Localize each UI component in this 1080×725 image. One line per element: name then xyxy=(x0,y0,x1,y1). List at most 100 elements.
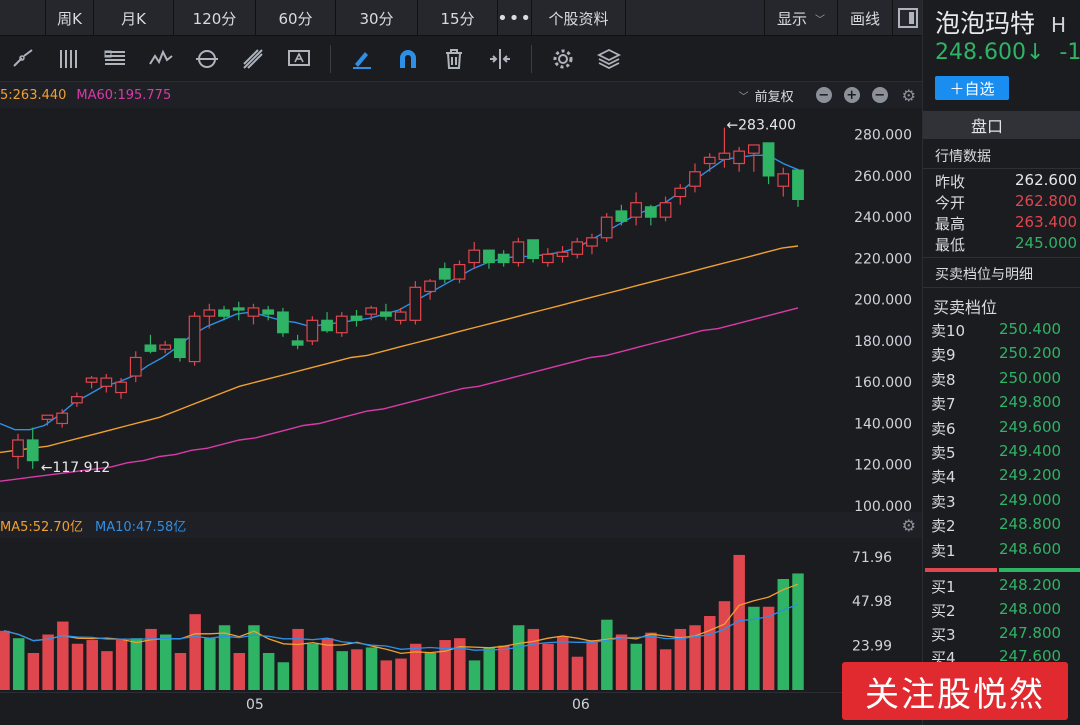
candle-body xyxy=(321,319,333,332)
tab-15min[interactable]: 15分 xyxy=(418,0,498,36)
ask-row[interactable]: 卖9 250.200 xyxy=(931,344,1080,368)
candle-body xyxy=(409,286,422,321)
quote-label: 今开 xyxy=(935,194,966,212)
tab-partial[interactable] xyxy=(0,0,46,36)
tab-60min[interactable]: 60分 xyxy=(256,0,336,36)
price-tick-label: 260.000 xyxy=(854,169,912,185)
trendline-tool[interactable] xyxy=(0,36,46,82)
pitchfork-icon xyxy=(243,48,263,69)
ask-row[interactable]: 卖3 249.000 xyxy=(931,491,1080,515)
vol-ma5-value: MA5:52.70亿 xyxy=(0,519,83,535)
fork-tool[interactable] xyxy=(230,36,276,82)
bid-row-label: 买2 xyxy=(931,601,956,620)
price-tick-label: 140.000 xyxy=(854,416,912,432)
volume-tick-label: 47.98 xyxy=(852,594,892,610)
gear-icon[interactable]: ⚙ xyxy=(902,516,916,535)
pen-tool[interactable] xyxy=(339,36,385,82)
volume-bar xyxy=(42,634,54,690)
candle-body xyxy=(556,251,569,257)
tab-pankou[interactable]: 盘口 xyxy=(923,111,1080,139)
ask-row[interactable]: 卖5 249.400 xyxy=(931,442,1080,466)
split-tool[interactable] xyxy=(477,36,523,82)
panel-toggle-button[interactable] xyxy=(892,0,922,36)
candle-body xyxy=(674,187,687,198)
magnet-tool[interactable] xyxy=(385,36,431,82)
ask-row[interactable]: 卖6 249.600 xyxy=(931,418,1080,442)
candle-body xyxy=(291,340,304,346)
candle-body xyxy=(630,202,643,218)
price-tick-label: 120.000 xyxy=(854,458,912,474)
cycle-icon xyxy=(196,49,218,68)
candle-body xyxy=(262,309,275,315)
plus-icon[interactable]: + xyxy=(843,87,860,103)
volume-indicator-row: MA5:52.70亿 MA10:47.58亿 ⚙ xyxy=(0,512,922,538)
adjust-dropdown[interactable]: 前复权 xyxy=(755,86,794,105)
volume-bar xyxy=(71,643,84,690)
volume-tick-label: 71.96 xyxy=(852,550,892,566)
cycle-tool[interactable] xyxy=(184,36,230,82)
ask-row[interactable]: 卖2 248.800 xyxy=(931,515,1080,539)
ask-row[interactable]: 卖4 249.200 xyxy=(931,466,1080,490)
draw-line-button[interactable]: 画线 xyxy=(836,0,892,36)
candle-body xyxy=(115,381,127,394)
divider xyxy=(923,287,1080,288)
candle-body xyxy=(497,253,510,264)
ma-row-controls: ﹀ 前复权 − + − ⚙ xyxy=(739,86,922,105)
volume-chart[interactable]: 71.96 47.98 23.99 xyxy=(0,538,922,692)
quote-row: 最低 245.000 xyxy=(935,234,1080,254)
gear-icon[interactable]: ⚙ xyxy=(902,86,916,105)
bid-row[interactable]: 买3 247.800 xyxy=(931,624,1080,648)
layers-icon xyxy=(596,48,622,69)
volume-bar xyxy=(292,628,304,690)
candle-body xyxy=(777,173,790,187)
volume-bar xyxy=(351,649,363,690)
watermark: 关注股悦然 xyxy=(842,662,1068,720)
tab-monthly[interactable]: 月K xyxy=(94,0,174,36)
parallel-tool[interactable] xyxy=(46,36,92,82)
tab-30min[interactable]: 30分 xyxy=(336,0,418,36)
candle-body xyxy=(12,439,24,458)
tab-weekly[interactable]: 周K xyxy=(46,0,94,36)
text-tool[interactable] xyxy=(276,36,322,82)
candle-body xyxy=(394,311,407,321)
candle-body xyxy=(41,414,54,420)
more-periods-button[interactable]: ••• xyxy=(497,0,532,36)
settings-tool[interactable] xyxy=(540,36,586,82)
ask-row[interactable]: 卖10 250.400 xyxy=(931,320,1080,344)
minus-icon[interactable]: − xyxy=(815,87,832,103)
volume-bar xyxy=(321,638,334,690)
add-watchlist-button[interactable]: ＋自选 xyxy=(935,76,1009,100)
candle-body xyxy=(70,396,83,404)
price-tick-label: 240.000 xyxy=(854,210,912,226)
magnet-icon xyxy=(400,49,416,68)
x-label-05: 05 xyxy=(246,697,264,713)
ask-row-label: 卖9 xyxy=(931,346,956,365)
wave-tool[interactable] xyxy=(138,36,184,82)
price-tick-label: 180.000 xyxy=(854,334,912,350)
sidebar-icon xyxy=(897,8,918,28)
candle-body xyxy=(468,249,481,264)
candle-body xyxy=(659,202,672,218)
layers-tool[interactable] xyxy=(586,36,632,82)
bid-row-price: 247.800 xyxy=(999,623,1062,642)
ask-row[interactable]: 卖8 250.000 xyxy=(931,369,1080,393)
volume-bar xyxy=(336,651,348,690)
horizontal-tool[interactable] xyxy=(92,36,138,82)
candle-body xyxy=(100,377,113,387)
tab-stock-profile[interactable]: 个股资料 xyxy=(532,0,626,36)
display-dropdown[interactable]: 显示 ﹀ xyxy=(763,0,837,36)
ask-row[interactable]: 卖1 248.600 xyxy=(931,540,1080,564)
bid-row[interactable]: 买2 248.000 xyxy=(931,600,1080,624)
stock-price-line: 248.600↓ -14 xyxy=(935,40,1080,65)
delete-tool[interactable] xyxy=(431,36,477,82)
candle-body xyxy=(541,253,554,264)
minus-icon[interactable]: − xyxy=(871,87,888,103)
bid-row[interactable]: 买1 248.200 xyxy=(931,576,1080,600)
candle-body xyxy=(129,356,142,377)
price-chart[interactable]: 280.000 260.000 240.000 220.000 200.000 180.0… xyxy=(0,108,922,512)
divider xyxy=(923,168,1080,169)
tab-120min[interactable]: 120分 xyxy=(174,0,256,36)
ask-row[interactable]: 卖7 249.800 xyxy=(931,393,1080,417)
ask-row-price: 249.000 xyxy=(999,490,1062,509)
candle-body xyxy=(26,439,39,462)
